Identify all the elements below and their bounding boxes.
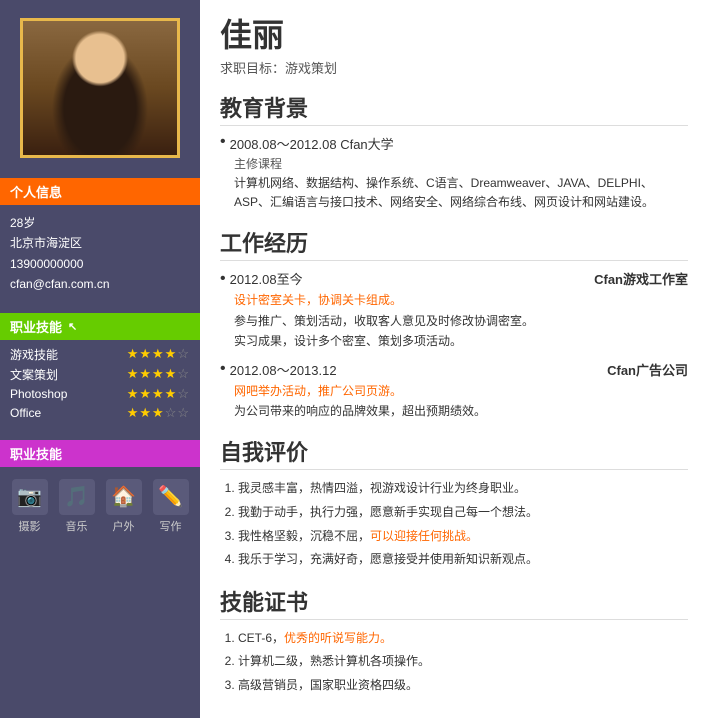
skill-row: 文案策划 ★★★★☆ [10,366,190,383]
name-title: 佳丽 [220,10,688,56]
cursor-indicator: ↖ [68,320,77,333]
hobby-item: ✏️ 写作 [153,479,189,534]
skills-list: 游戏技能 ★★★★☆ 文案策划 ★★★★☆ Photoshop ★★★★☆ Office ★★… [0,340,200,430]
self-eval-item: 我勤于动手，执行力强，愿意新手实现自己每一个想法。 [238,502,688,524]
photo-figure [23,21,177,155]
hobbies-header: 职业技能 [0,440,200,467]
self-eval-item: 我灵感丰富，热情四溢，视游戏设计行业为终身职业。 [238,478,688,500]
self-section-title: 自我评价 [220,435,688,470]
hobby-label: 音乐 [66,518,88,534]
self-eval-item: 我乐于学习，充满好奇，愿意接受并使用新知识新观点。 [238,549,688,571]
work-period: 2012.08～2013.12 [230,360,604,379]
work-highlight: 网吧举办活动，推广公司页游。 [234,381,688,401]
hobby-icon: ✏️ [153,479,189,515]
bullet: • [220,271,226,287]
skill-stars: ★★★★☆ [127,366,190,382]
work-normal: 参与推广、策划活动，收取客人意见及时修改协调密室。 实习成果，设计多个密室、策划… [234,311,688,352]
email-text: cfan@cfan.com.cn [10,274,190,294]
bullet: • [220,134,226,150]
work-normal: 为公司带来的响应的品牌效果，超出预期绩效。 [234,401,688,421]
company-name: Cfan广告公司 [607,360,688,379]
hobby-label: 摄影 [19,518,41,534]
edu-period: 2008.08～2012.08 Cfan大学 [230,134,394,153]
personal-info-content: 28岁 北京市海淀区 13900000000 cfan@cfan.com.cn [0,205,200,303]
work-detail: 网吧举办活动，推广公司页游。为公司带来的响应的品牌效果，超出预期绩效。 [234,381,688,422]
skill-stars: ★★★☆☆ [127,405,190,421]
cert-item: 计算机二级，熟悉计算机各项操作。 [238,651,688,673]
skill-row: 游戏技能 ★★★★☆ [10,346,190,363]
hobby-icons-container: 📷 摄影 🎵 音乐 🏠 户外 ✏️ 写作 [0,471,200,542]
hobby-label: 户外 [113,518,135,534]
edu-item: •2008.08～2012.08 Cfan大学主修课程计算机网络、数据结构、操作… [220,134,688,212]
skills-label: 职业技能 [10,317,62,336]
self-eval-list: 我灵感丰富，热情四溢，视游戏设计行业为终身职业。我勤于动手，执行力强，愿意新手实… [220,478,688,570]
edu-section: •2008.08～2012.08 Cfan大学主修课程计算机网络、数据结构、操作… [220,134,688,212]
skill-name: Photoshop [10,387,80,401]
hobby-icon: 📷 [12,479,48,515]
sidebar: 个人信息 28岁 北京市海淀区 13900000000 cfan@cfan.co… [0,0,200,718]
self-eval-item: 我性格坚毅，沉稳不屈，可以迎接任何挑战。 [238,526,688,548]
skill-stars: ★★★★☆ [127,346,190,362]
skill-name: 文案策划 [10,366,80,383]
age-text: 28岁 [10,213,190,233]
work-section: • 2012.08至今 Cfan游戏工作室 设计密室关卡，协调关卡组成。参与推广… [220,269,688,421]
work-detail: 设计密室关卡，协调关卡组成。参与推广、策划活动，收取客人意见及时修改协调密室。 … [234,290,688,351]
skill-name: 游戏技能 [10,346,80,363]
personal-info-header: 个人信息 [0,178,200,205]
location-text: 北京市海淀区 [10,233,190,253]
work-header-line: • 2012.08至今 Cfan游戏工作室 [220,269,688,288]
hobbies-label: 职业技能 [10,447,62,462]
edu-period-line: •2008.08～2012.08 Cfan大学 [220,134,688,153]
cert-list: CET-6，优秀的听说写能力。计算机二级，熟悉计算机各项操作。高级营销员，国家职… [220,628,688,697]
work-section-title: 工作经历 [220,226,688,261]
work-highlight: 设计密室关卡，协调关卡组成。 [234,290,688,310]
bullet: • [220,361,226,377]
cert-item: CET-6，优秀的听说写能力。 [238,628,688,650]
cert-section-title: 技能证书 [220,585,688,620]
work-item: • 2012.08～2013.12 Cfan广告公司 网吧举办活动，推广公司页游… [220,360,688,422]
hobby-label: 写作 [160,518,182,534]
work-header-line: • 2012.08～2013.12 Cfan广告公司 [220,360,688,379]
work-period: 2012.08至今 [230,269,591,288]
skill-stars: ★★★★☆ [127,386,190,402]
hobby-icon: 🏠 [106,479,142,515]
cert-item: 高级营销员，国家职业资格四级。 [238,675,688,697]
job-target: 求职目标：游戏策划 [220,58,688,77]
edu-sub-label: 主修课程 [234,155,688,172]
phone-text: 13900000000 [10,254,190,274]
work-item: • 2012.08至今 Cfan游戏工作室 设计密室关卡，协调关卡组成。参与推广… [220,269,688,351]
skill-row: Office ★★★☆☆ [10,405,190,421]
hobby-item: 🎵 音乐 [59,479,95,534]
skill-name: Office [10,406,80,420]
hobby-item: 🏠 户外 [106,479,142,534]
hobby-item: 📷 摄影 [12,479,48,534]
profile-photo [20,18,180,158]
skill-row: Photoshop ★★★★☆ [10,386,190,402]
edu-section-title: 教育背景 [220,91,688,126]
skills-header[interactable]: 职业技能 ↖ [0,313,200,340]
main-content: 佳丽 求职目标：游戏策划 教育背景 •2008.08～2012.08 Cfan大… [200,0,708,718]
edu-content: 计算机网络、数据结构、操作系统、C语言、Dreamweaver、JAVA、DEL… [234,174,688,212]
personal-info-label: 个人信息 [10,185,62,200]
company-name: Cfan游戏工作室 [594,269,688,288]
hobby-icon: 🎵 [59,479,95,515]
